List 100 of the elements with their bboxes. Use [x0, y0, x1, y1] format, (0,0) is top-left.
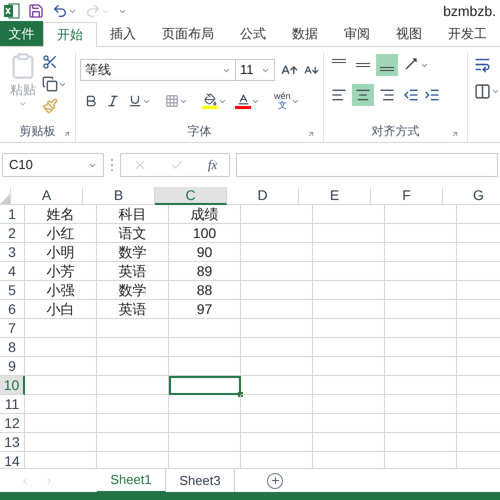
undo-icon[interactable]	[52, 3, 68, 19]
table-cell[interactable]	[385, 414, 457, 433]
table-cell[interactable]: 小白	[25, 300, 97, 319]
table-cell[interactable]: 成绩	[169, 205, 241, 224]
dialog-launcher-icon[interactable]	[307, 130, 315, 138]
row-header[interactable]: 5	[0, 281, 25, 300]
caret-icon[interactable]	[491, 87, 500, 96]
table-cell[interactable]: 科目	[97, 205, 169, 224]
row-header[interactable]: 14	[0, 452, 25, 468]
name-box[interactable]: C10	[2, 153, 104, 177]
table-cell[interactable]	[313, 433, 385, 452]
ribbon-tab[interactable]: 页面布局	[149, 22, 227, 46]
table-cell[interactable]: 数学	[97, 281, 169, 300]
row-header[interactable]: 7	[0, 319, 25, 338]
table-cell[interactable]: 89	[169, 262, 241, 281]
table-cell[interactable]	[313, 243, 385, 262]
fill-color-icon[interactable]	[202, 93, 218, 109]
borders-icon[interactable]	[165, 94, 179, 108]
ribbon-tab[interactable]: 公式	[227, 22, 279, 46]
row-header[interactable]: 11	[0, 395, 25, 414]
column-header[interactable]: E	[299, 187, 371, 205]
table-cell[interactable]	[169, 357, 241, 376]
redo-icon[interactable]	[85, 3, 101, 19]
table-cell[interactable]: 88	[169, 281, 241, 300]
save-icon[interactable]	[28, 3, 44, 19]
table-cell[interactable]	[25, 338, 97, 357]
select-all-corner[interactable]	[0, 187, 11, 205]
table-cell[interactable]	[25, 319, 97, 338]
table-cell[interactable]: 小红	[25, 224, 97, 243]
column-header[interactable]: D	[227, 187, 299, 205]
row-header[interactable]: 10	[0, 376, 25, 395]
table-cell[interactable]	[97, 395, 169, 414]
underline-icon[interactable]	[128, 94, 142, 108]
font-size-field[interactable]: 11	[235, 59, 275, 81]
column-header[interactable]: C	[155, 187, 227, 205]
table-cell[interactable]: 姓名	[25, 205, 97, 224]
table-cell[interactable]	[97, 376, 169, 395]
table-cell[interactable]	[241, 300, 313, 319]
phonetic-button[interactable]: wén 文	[274, 92, 291, 110]
table-cell[interactable]	[25, 433, 97, 452]
table-cell[interactable]	[241, 433, 313, 452]
table-cell[interactable]	[313, 281, 385, 300]
copy-icon[interactable]	[42, 76, 58, 92]
dialog-launcher-icon[interactable]	[451, 130, 459, 138]
table-cell[interactable]	[313, 300, 385, 319]
table-cell[interactable]	[385, 262, 457, 281]
table-cell[interactable]	[25, 395, 97, 414]
vertical-align-button[interactable]	[376, 54, 398, 76]
row-header[interactable]: 1	[0, 205, 25, 224]
row-header[interactable]: 3	[0, 243, 25, 262]
table-cell[interactable]	[241, 357, 313, 376]
table-cell[interactable]	[241, 319, 313, 338]
table-cell[interactable]	[385, 433, 457, 452]
row-header[interactable]: 8	[0, 338, 25, 357]
insert-function-button[interactable]: fx	[208, 155, 218, 175]
table-cell[interactable]: 小明	[25, 243, 97, 262]
wrap-text-icon[interactable]	[474, 56, 491, 73]
table-cell[interactable]	[97, 414, 169, 433]
table-cell[interactable]	[169, 338, 241, 357]
table-cell[interactable]	[385, 319, 457, 338]
italic-icon[interactable]	[106, 94, 120, 108]
merge-cells-icon[interactable]	[474, 83, 491, 100]
horizontal-align-button[interactable]	[352, 84, 374, 106]
increase-indent-icon[interactable]	[424, 87, 440, 103]
table-cell[interactable]	[385, 224, 457, 243]
table-cell[interactable]: 90	[169, 243, 241, 262]
decrease-indent-icon[interactable]	[403, 87, 419, 103]
table-cell[interactable]	[241, 262, 313, 281]
table-cell[interactable]	[313, 357, 385, 376]
table-cell[interactable]	[241, 205, 313, 224]
table-cell[interactable]	[97, 357, 169, 376]
table-cell[interactable]	[385, 205, 457, 224]
table-cell[interactable]	[169, 395, 241, 414]
row-header[interactable]: 12	[0, 414, 25, 433]
font-color-icon[interactable]	[235, 93, 251, 109]
table-cell[interactable]	[385, 357, 457, 376]
table-cell[interactable]	[241, 224, 313, 243]
paintbrush-icon[interactable]	[42, 98, 58, 114]
table-cell[interactable]: 数学	[97, 243, 169, 262]
row-header[interactable]: 2	[0, 224, 25, 243]
file-tab[interactable]: 文件	[0, 21, 43, 46]
bold-icon[interactable]	[84, 94, 98, 108]
dialog-launcher-icon[interactable]	[63, 130, 71, 138]
column-header[interactable]: A	[11, 187, 83, 205]
table-cell[interactable]	[313, 205, 385, 224]
ribbon-tab[interactable]: 数据	[279, 22, 331, 46]
table-cell[interactable]	[241, 414, 313, 433]
add-sheet-icon[interactable]	[267, 472, 283, 488]
table-cell[interactable]	[25, 414, 97, 433]
table-cell[interactable]	[313, 319, 385, 338]
column-header[interactable]: G	[443, 187, 500, 205]
table-cell[interactable]	[241, 338, 313, 357]
table-cell[interactable]	[25, 376, 97, 395]
ribbon-tab[interactable]: 插入	[97, 22, 149, 46]
table-cell[interactable]	[25, 357, 97, 376]
table-cell[interactable]	[169, 319, 241, 338]
row-header[interactable]: 4	[0, 262, 25, 281]
table-cell[interactable]	[97, 433, 169, 452]
font-name-field[interactable]: 等线	[80, 59, 236, 81]
ribbon-tab[interactable]: 视图	[383, 22, 435, 46]
